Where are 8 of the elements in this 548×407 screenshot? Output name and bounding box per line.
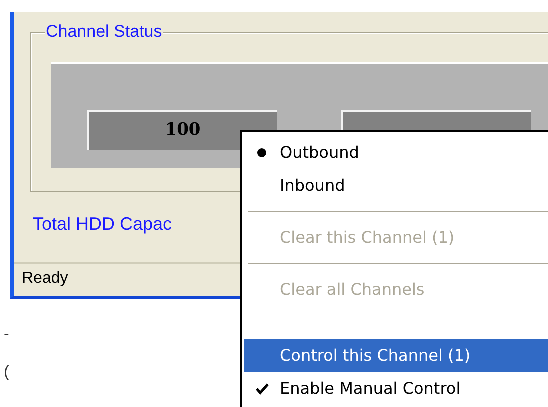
menu-item[interactable]: Control this Channel (1) xyxy=(244,339,548,372)
text-fragment: - xyxy=(4,326,10,344)
capacity-label: Total HDD Capac xyxy=(33,214,174,235)
text-fragment: ( xyxy=(4,364,10,382)
channel-value: 100 xyxy=(87,110,277,150)
menu-item[interactable]: Enable Manual Control xyxy=(244,372,548,405)
menu-item[interactable]: Inbound xyxy=(244,169,548,202)
status-text: Ready xyxy=(22,270,68,287)
